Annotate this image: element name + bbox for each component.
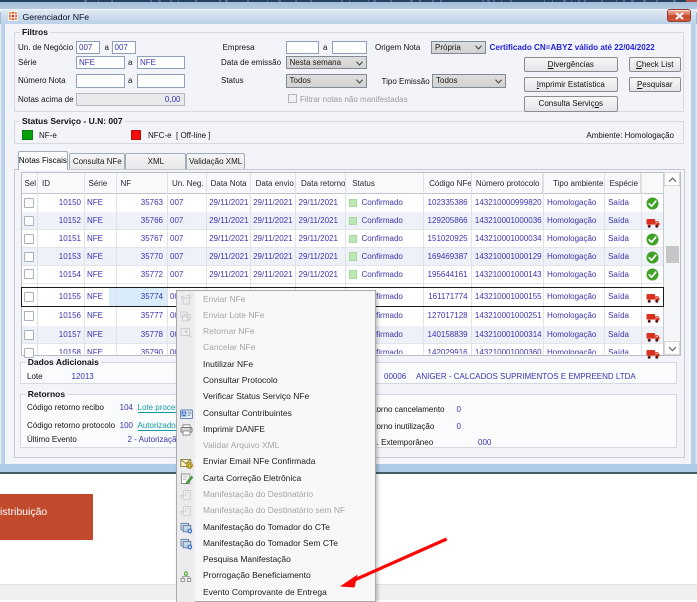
svg-text:A: A [182, 411, 186, 417]
svg-text:@: @ [186, 463, 191, 469]
